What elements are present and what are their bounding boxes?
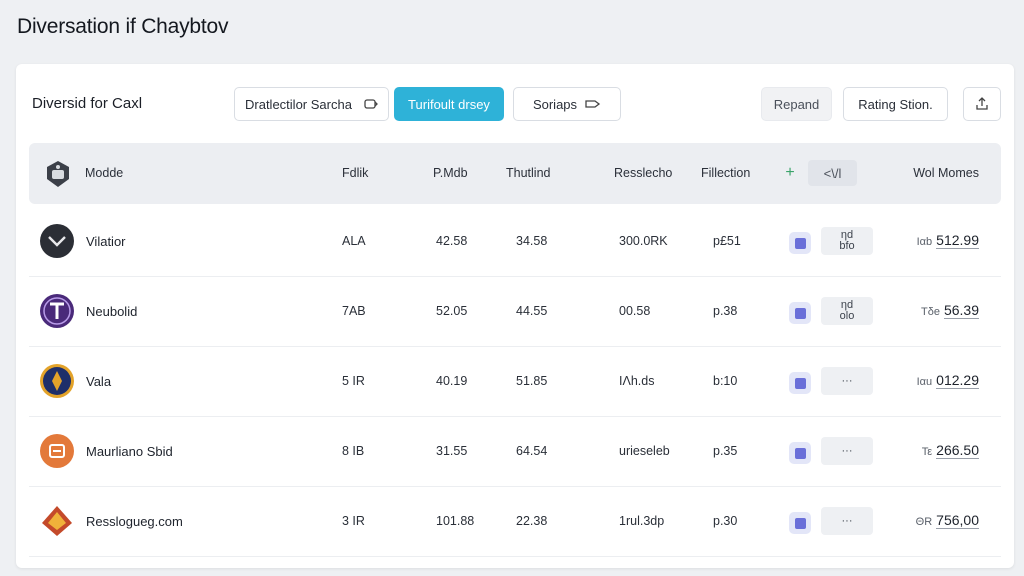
header-price[interactable]: Wol Momes	[913, 166, 979, 180]
row-c2: 52.05	[436, 304, 468, 318]
row-c5: p£51	[713, 234, 741, 248]
row-price: Τε 266.50	[922, 442, 979, 459]
table-row[interactable]: Maurliano Sbid 8 IB 31.55 64.54 uriesele…	[29, 417, 1001, 487]
row-price: Ιαu 012.29	[917, 372, 979, 389]
row-checkbox[interactable]	[789, 372, 811, 394]
box-logo-icon	[39, 433, 75, 469]
toolbar-title: Diversid for Caxl	[32, 95, 143, 112]
row-more-button[interactable]: ηd olo	[821, 297, 873, 325]
rating-button-label: Rating Stion.	[858, 96, 933, 112]
sort-button[interactable]: Soriaps	[513, 87, 621, 121]
app-title: Diversation if Chaybtov	[17, 15, 229, 38]
row-c5: p.38	[713, 304, 738, 318]
search-button[interactable]: Dratlectilor Sarcha	[234, 87, 389, 121]
row-c2: 42.58	[436, 234, 468, 248]
tower-logo-icon	[39, 293, 75, 329]
row-c3: 34.58	[516, 234, 548, 248]
row-name[interactable]: Resslogueg.com	[86, 514, 183, 529]
table-row[interactable]: Vala 5 IR 40.19 51.85 ΙΛh.ds b:10 ··· Ια…	[29, 347, 1001, 417]
row-c5: p.30	[713, 514, 738, 528]
row-price-prefix: Τε	[921, 446, 933, 458]
row-name[interactable]: Maurliano Sbid	[86, 444, 173, 459]
row-checkbox[interactable]	[789, 512, 811, 534]
header-c1[interactable]: Fdlik	[342, 166, 368, 180]
tag-icon	[585, 99, 601, 109]
row-more-button[interactable]: ···	[821, 437, 873, 465]
row-checkbox[interactable]	[789, 232, 811, 254]
row-c4: urieseleb	[619, 444, 670, 458]
row-c5: b:10	[713, 374, 738, 388]
checkbox-mark-icon	[794, 377, 806, 389]
row-price-value[interactable]: 012.29	[936, 372, 979, 389]
row-name[interactable]: Vala	[86, 374, 111, 389]
row-c4: ΙΛh.ds	[619, 374, 655, 388]
row-c1: 8 IB	[342, 444, 365, 458]
row-price-value[interactable]: 756,00	[936, 512, 979, 529]
row-c1: 3 IR	[342, 514, 365, 528]
row-c3: 51.85	[516, 374, 548, 388]
table-header: Modde Fdlik P.Mdb Thutlind Resslecho Fil…	[29, 143, 1001, 204]
header-c4[interactable]: Resslecho	[614, 166, 672, 180]
toolbar: Diversid for Caxl Dratlectilor Sarcha Tu…	[16, 64, 1014, 142]
row-name[interactable]: Vilatior	[86, 234, 126, 249]
primary-action-button[interactable]: Turifoult drsey	[394, 87, 504, 121]
row-price-prefix: Ιαu	[916, 376, 933, 388]
header-c2[interactable]: P.Mdb	[433, 166, 468, 180]
crest-logo-icon	[39, 363, 75, 399]
sort-button-label: Soriaps	[532, 96, 578, 112]
row-c4: 00.58	[619, 304, 651, 318]
add-column-button[interactable]: +	[777, 160, 803, 186]
badge-icon	[45, 160, 71, 193]
row-c3: 22.38	[516, 514, 548, 528]
row-price: ΘR 756,00	[916, 512, 979, 529]
diamond-logo-icon	[39, 503, 75, 539]
header-name[interactable]: Modde	[85, 166, 123, 180]
row-price: Ιαb 512.99	[917, 232, 979, 249]
rating-button[interactable]: Rating Stion.	[843, 87, 948, 121]
row-c2: 40.19	[436, 374, 468, 388]
main-panel: Diversid for Caxl Dratlectilor Sarcha Tu…	[16, 64, 1014, 568]
table-row[interactable]: Vilatior ALA 42.58 34.58 300.0RK p£51 ηd…	[29, 207, 1001, 277]
row-price-value[interactable]: 56.39	[943, 302, 979, 319]
search-button-label: Dratlectilor Sarcha	[245, 96, 352, 112]
row-more-button[interactable]: ηd bfo	[821, 227, 873, 255]
code-view-button[interactable]: <\/l	[808, 160, 857, 186]
row-c1: 7AB	[342, 304, 366, 318]
row-checkbox[interactable]	[789, 442, 811, 464]
row-name[interactable]: Neubolid	[86, 304, 137, 319]
table-row[interactable]: Neubolid 7AB 52.05 44.55 00.58 p.38 ηd o…	[29, 277, 1001, 347]
row-c3: 44.55	[516, 304, 548, 318]
row-price-value[interactable]: 512.99	[936, 232, 979, 249]
row-price-prefix: Ιαb	[916, 236, 933, 248]
row-c5: p.35	[713, 444, 738, 458]
row-more-button[interactable]: ···	[821, 367, 873, 395]
row-price-prefix: Τδe	[920, 306, 940, 318]
primary-action-label: Turifoult drsey	[408, 96, 490, 112]
row-c1: ALA	[342, 234, 366, 248]
row-c2: 31.55	[436, 444, 468, 458]
row-c4: 1rul.3dp	[619, 514, 665, 528]
share-icon	[974, 96, 990, 112]
checkbox-mark-icon	[794, 237, 806, 249]
checkbox-mark-icon	[794, 517, 806, 529]
table-row[interactable]: Resslogueg.com 3 IR 101.88 22.38 1rul.3d…	[29, 487, 1001, 557]
checkbox-mark-icon	[794, 307, 806, 319]
checkbox-mark-icon	[794, 447, 806, 459]
row-c2: 101.88	[436, 514, 475, 528]
row-c4: 300.0RK	[619, 234, 668, 248]
row-price-value[interactable]: 266.50	[936, 442, 979, 459]
expand-button-label: Repand	[773, 96, 820, 112]
wing-logo-icon	[39, 223, 75, 259]
row-c3: 64.54	[516, 444, 548, 458]
expand-button[interactable]: Repand	[761, 87, 832, 121]
header-c3[interactable]: Thutlind	[506, 166, 550, 180]
row-checkbox[interactable]	[789, 302, 811, 324]
row-price-prefix: ΘR	[915, 516, 933, 528]
tag-icon	[364, 99, 378, 109]
share-button[interactable]	[963, 87, 1001, 121]
header-c5[interactable]: Fillection	[701, 166, 750, 180]
row-more-button[interactable]: ···	[821, 507, 873, 535]
row-price: Τδe 56.39	[921, 302, 979, 319]
row-c1: 5 IR	[342, 374, 365, 388]
